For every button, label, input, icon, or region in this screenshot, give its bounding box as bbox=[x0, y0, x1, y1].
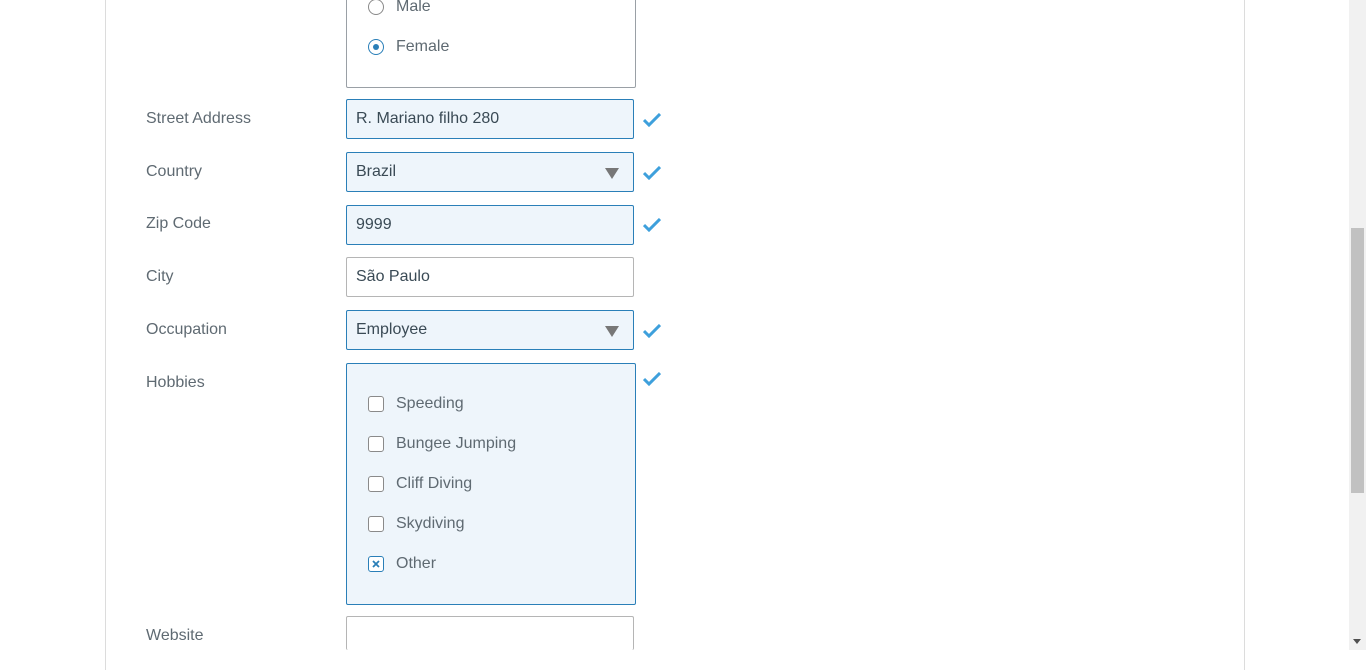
country-select-value: Brazil bbox=[356, 163, 397, 180]
caret-down-icon bbox=[605, 326, 619, 337]
website-input[interactable] bbox=[346, 616, 634, 650]
caret-down-icon bbox=[605, 168, 619, 179]
zip-code-input[interactable]: 9999 bbox=[346, 205, 634, 245]
scroll-down-arrow-icon[interactable] bbox=[1353, 639, 1361, 644]
country-select[interactable]: Brazil bbox=[346, 152, 634, 192]
street-address-input[interactable]: R. Mariano filho 280 bbox=[346, 99, 634, 139]
checkbox-skydiving[interactable] bbox=[368, 516, 384, 532]
hobby-option-skydiving[interactable]: Skydiving bbox=[368, 514, 464, 534]
hobby-option-bungee-jumping[interactable]: Bungee Jumping bbox=[368, 434, 516, 454]
x-mark-icon bbox=[372, 560, 380, 568]
gender-male-label: Male bbox=[396, 0, 431, 15]
scrollbar-thumb[interactable] bbox=[1351, 228, 1364, 493]
checkmark-icon bbox=[643, 218, 661, 232]
occupation-select-value: Employee bbox=[356, 321, 428, 338]
hobby-label: Bungee Jumping bbox=[396, 435, 517, 452]
hobby-label: Other bbox=[396, 555, 437, 572]
zip-code-label: Zip Code bbox=[146, 215, 211, 232]
hobbies-label: Hobbies bbox=[146, 374, 205, 391]
checkbox-bungee-jumping[interactable] bbox=[368, 436, 384, 452]
radio-female[interactable] bbox=[368, 39, 384, 55]
gender-option-female[interactable]: Female bbox=[368, 37, 449, 57]
form-panel bbox=[105, 0, 1245, 670]
occupation-label: Occupation bbox=[146, 321, 227, 338]
hobby-option-speeding[interactable]: Speeding bbox=[368, 394, 464, 414]
checkmark-icon bbox=[643, 113, 661, 127]
checkmark-icon bbox=[643, 166, 661, 180]
checkbox-cliff-diving[interactable] bbox=[368, 476, 384, 492]
hobby-label: Cliff Diving bbox=[396, 475, 473, 492]
occupation-select[interactable]: Employee bbox=[346, 310, 634, 350]
hobby-option-other[interactable]: Other bbox=[368, 554, 436, 574]
checkbox-other[interactable] bbox=[368, 556, 384, 572]
country-label: Country bbox=[146, 163, 203, 180]
city-input[interactable]: São Paulo bbox=[346, 257, 634, 297]
checkbox-speeding[interactable] bbox=[368, 396, 384, 412]
hobby-label: Skydiving bbox=[396, 515, 465, 532]
website-label: Website bbox=[146, 627, 204, 644]
hobby-label: Speeding bbox=[396, 395, 464, 412]
gender-female-label: Female bbox=[396, 38, 450, 55]
page-scrollbar[interactable] bbox=[1349, 0, 1366, 650]
checkmark-icon bbox=[643, 372, 661, 386]
hobby-option-cliff-diving[interactable]: Cliff Diving bbox=[368, 474, 472, 494]
city-label: City bbox=[146, 268, 174, 285]
radio-male[interactable] bbox=[368, 0, 384, 15]
gender-option-male[interactable]: Male bbox=[368, 0, 431, 17]
checkmark-icon bbox=[643, 324, 661, 338]
street-address-label: Street Address bbox=[146, 110, 251, 127]
